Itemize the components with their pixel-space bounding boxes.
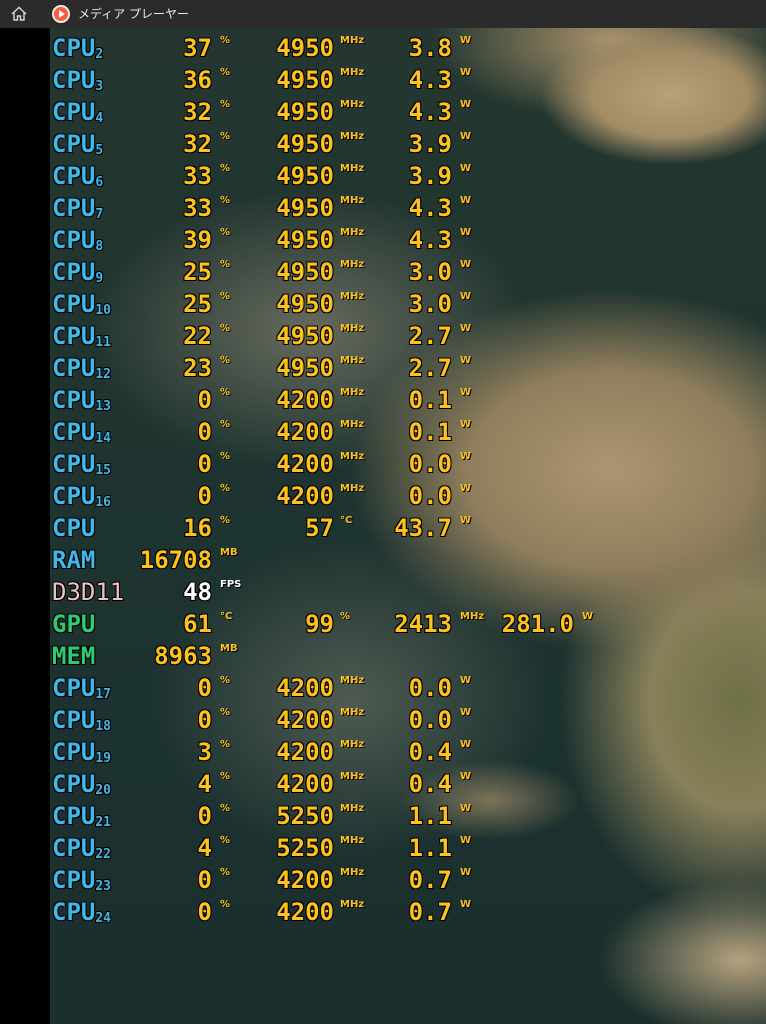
cpu-core-row: CPU12 23% 4950 MHz 2.7 W	[52, 352, 652, 384]
watt-unit: W	[460, 675, 472, 686]
cpu-core-power: 1.1	[408, 802, 452, 830]
cpu-core-row: CPU18 0% 4200 MHz 0.0 W	[52, 704, 652, 736]
media-player-icon	[52, 5, 70, 23]
gpu-power: 281.0	[501, 610, 574, 638]
cpu-core-power: 4.3	[408, 98, 452, 126]
watt-unit: W	[460, 707, 472, 718]
cpu-core-power: 3.0	[408, 290, 452, 318]
fps-value: 48	[183, 578, 212, 606]
watt-unit: W	[460, 899, 472, 910]
cpu-core-row: CPU15 0% 4200 MHz 0.0 W	[52, 448, 652, 480]
cpu-core-power: 0.4	[408, 738, 452, 766]
cpu-core-row: CPU20 4% 4200 MHz 0.4 W	[52, 768, 652, 800]
watt-unit: W	[460, 291, 472, 302]
watt-unit: W	[460, 771, 472, 782]
cpu-core-row: CPU4 32% 4950 MHz 4.3 W	[52, 96, 652, 128]
watt-unit: W	[460, 387, 472, 398]
cpu-total-row: CPU 16% 57 °C 43.7 W	[52, 512, 652, 544]
watt-unit: W	[460, 483, 472, 494]
cpu-core-row: CPU5 32% 4950 MHz 3.9 W	[52, 128, 652, 160]
watt-unit: W	[460, 739, 472, 750]
cpu-core-row: CPU21 0% 5250 MHz 1.1 W	[52, 800, 652, 832]
cpu-core-power: 3.9	[408, 130, 452, 158]
watt-unit: W	[582, 611, 594, 622]
watt-unit: W	[460, 163, 472, 174]
cpu-core-row: CPU13 0% 4200 MHz 0.1 W	[52, 384, 652, 416]
cpu-core-power: 3.8	[408, 34, 452, 62]
performance-overlay: CPU24%4950MHz3.8WCPU237%4950MHz3.8WCPU33…	[52, 0, 652, 1024]
home-icon	[8, 6, 30, 28]
home-button[interactable]	[8, 4, 30, 24]
ram-usage: 16708	[139, 546, 212, 574]
left-black-bar	[0, 28, 50, 1024]
watt-unit: W	[460, 259, 472, 270]
title-bar: メディア プレーヤー	[0, 0, 766, 28]
watt-unit: W	[460, 419, 472, 430]
watt-unit: W	[460, 67, 472, 78]
mb-unit: MB	[220, 547, 238, 558]
cpu-core-power: 0.7	[408, 898, 452, 926]
cpu-core-row: CPU23 0% 4200 MHz 0.7 W	[52, 864, 652, 896]
cpu-core-power: 0.1	[408, 386, 452, 414]
cpu-core-power: 0.0	[408, 482, 452, 510]
cpu-core-power: 1.1	[408, 834, 452, 862]
cpu-core-row: CPU10 25% 4950 MHz 3.0 W	[52, 288, 652, 320]
cpu-core-row: CPU17 0% 4200 MHz 0.0 W	[52, 672, 652, 704]
watt-unit: W	[460, 227, 472, 238]
cpu-core-row: CPU8 39% 4950 MHz 4.3 W	[52, 224, 652, 256]
cpu-core-power: 3.9	[408, 162, 452, 190]
cpu-core-row: CPU7 33% 4950 MHz 4.3 W	[52, 192, 652, 224]
app-title: メディア プレーヤー	[78, 7, 189, 21]
cpu-core-row: CPU3 36% 4950 MHz 4.3 W	[52, 64, 652, 96]
cpu-core-power: 4.3	[408, 226, 452, 254]
fps-unit: FPS	[220, 579, 242, 590]
watt-unit: W	[460, 355, 472, 366]
ram-row: RAM 16708 MB	[52, 544, 652, 576]
cpu-core-row: CPU19 3% 4200 MHz 0.4 W	[52, 736, 652, 768]
cpu-core-power: 0.1	[408, 418, 452, 446]
watt-unit: W	[460, 131, 472, 142]
watt-unit: W	[460, 99, 472, 110]
cpu-core-row: CPU9 25% 4950 MHz 3.0 W	[52, 256, 652, 288]
cpu-core-power: 0.4	[408, 770, 452, 798]
cpu-core-power: 4.3	[408, 66, 452, 94]
watt-unit: W	[460, 515, 472, 526]
cpu-core-row: CPU2 37% 4950 MHz 3.8 W	[52, 32, 652, 64]
cpu-core-row: CPU24 0% 4200 MHz 0.7 W	[52, 896, 652, 928]
cpu-core-power: 3.0	[408, 258, 452, 286]
cpu-core-row: CPU22 4% 5250 MHz 1.1 W	[52, 832, 652, 864]
watt-unit: W	[460, 835, 472, 846]
cpu-total-power: 43.7	[394, 514, 452, 542]
cpu-core-power: 0.7	[408, 866, 452, 894]
watt-unit: W	[460, 867, 472, 878]
cpu-core-row: CPU11 22% 4950 MHz 2.7 W	[52, 320, 652, 352]
cpu-core-power: 0.0	[408, 450, 452, 478]
cpu-core-power: 2.7	[408, 354, 452, 382]
watt-unit: W	[460, 323, 472, 334]
vram-usage: 8963	[154, 642, 212, 670]
watt-unit: W	[460, 195, 472, 206]
cpu-core-row: CPU16 0% 4200 MHz 0.0 W	[52, 480, 652, 512]
watt-unit: W	[460, 803, 472, 814]
cpu-core-power: 4.3	[408, 194, 452, 222]
watt-unit: W	[460, 451, 472, 462]
cpu-core-row: CPU14 0% 4200 MHz 0.1 W	[52, 416, 652, 448]
d3d-row: D3D11 48 FPS	[52, 576, 652, 608]
cpu-core-row: CPU6 33% 4950 MHz 3.9 W	[52, 160, 652, 192]
watt-unit: W	[460, 35, 472, 46]
cpu-core-power: 0.0	[408, 706, 452, 734]
cpu-core-power: 0.0	[408, 674, 452, 702]
cpu-core-power: 2.7	[408, 322, 452, 350]
mb-unit: MB	[220, 643, 238, 654]
gpu-row: GPU 61 °C 99% 2413 MHz 281.0 W	[52, 608, 652, 640]
mem-row: MEM 8963 MB	[52, 640, 652, 672]
